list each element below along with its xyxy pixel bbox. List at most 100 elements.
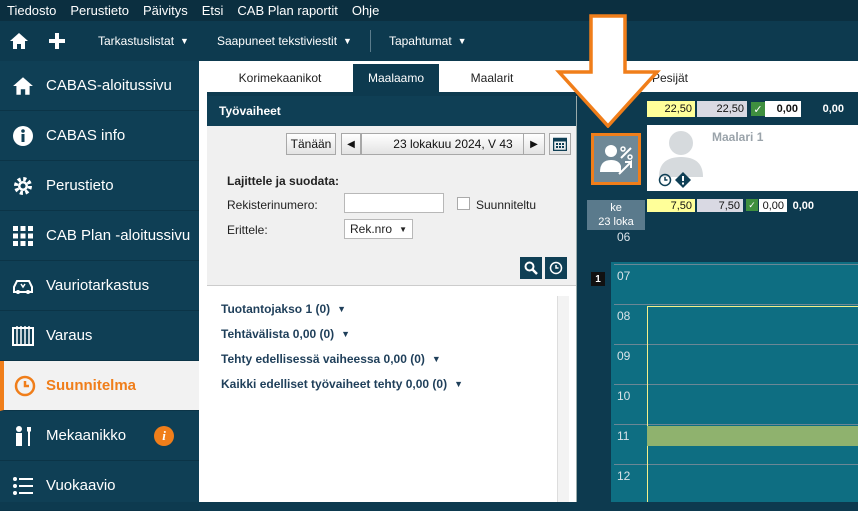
- split-label: Erittele:: [227, 223, 268, 237]
- date-display[interactable]: 23 lokakuu 2024, V 43: [361, 133, 545, 155]
- menu-update[interactable]: Päivitys: [136, 3, 195, 18]
- filter-form: Tänään ◀ 23 lokakuu 2024, V 43 ▶ Lajitte…: [207, 126, 576, 286]
- booking-icon: [12, 325, 34, 346]
- planned-label: Suunniteltu: [476, 198, 537, 212]
- check-icon: ✓: [751, 102, 765, 116]
- day-planned-hours: 7,50: [647, 199, 695, 212]
- group-label: Tehtävälista 0,00 (0): [221, 326, 335, 341]
- hours-column-shade: [611, 262, 647, 502]
- gear-icon: [14, 176, 32, 195]
- arrow-left-icon: ◀: [347, 138, 355, 150]
- tab-paint-shop[interactable]: Maalaamo: [353, 64, 439, 92]
- avatar-icon: [659, 131, 703, 177]
- clock-icon: [549, 261, 563, 275]
- day-label: ke 23 loka: [587, 200, 645, 230]
- add-button[interactable]: [38, 33, 76, 49]
- group-production-period[interactable]: Tuotantojakso 1 (0) ▼: [221, 296, 463, 321]
- checklists-dropdown[interactable]: Tarkastuslistat ▼: [84, 34, 203, 48]
- caret-down-icon: ▼: [457, 36, 467, 46]
- arrow-right-icon: ▶: [530, 138, 538, 150]
- caret-down-icon: ▼: [454, 378, 464, 389]
- caret-down-icon: ▼: [180, 36, 189, 46]
- home-icon: [13, 76, 33, 95]
- sidebar-item-label: Perustieto: [46, 177, 114, 194]
- phase-groups: Tuotantojakso 1 (0) ▼ Tehtävälista 0,00 (…: [221, 296, 463, 396]
- work-phases-panel: Työvaiheet Tänään ◀ 23 lokakuu 2024, V 4…: [207, 96, 577, 502]
- split-select[interactable]: Rek.nro ▼: [344, 219, 413, 239]
- tab-body-mechanics[interactable]: Korimekaanikot: [207, 64, 353, 92]
- sidebar-item-label: Suunnitelma: [46, 377, 137, 394]
- date-label: 23 loka: [598, 216, 634, 228]
- week-badge: 1: [591, 272, 605, 286]
- time-filter-button[interactable]: [545, 257, 567, 279]
- resource-tabs: Korimekaanikot Maalaamo Maalarit Pesijät: [207, 61, 858, 92]
- sidebar-item-label: CABAS-aloitussivu: [46, 77, 172, 94]
- caret-down-icon: ▼: [341, 328, 351, 339]
- group-label: Tuotantojakso 1 (0): [221, 301, 331, 316]
- check-icon: ✓: [746, 199, 758, 211]
- capacity-hours-total: 22,50: [697, 101, 747, 117]
- mechanic-icon: [16, 425, 31, 446]
- menu-file[interactable]: Tiedosto: [0, 3, 63, 18]
- today-button[interactable]: Tänään: [286, 133, 336, 155]
- sidebar-item-mechanic[interactable]: Mekaanikko i: [0, 411, 199, 461]
- annotation-arrow-icon: [555, 14, 661, 128]
- sidebar-item-damage-inspection[interactable]: Vauriotarkastus: [0, 261, 199, 311]
- used-hours-total: 0,00: [765, 101, 801, 117]
- working-hours-frame: [647, 306, 858, 502]
- sidebar-item-booking[interactable]: Varaus: [0, 311, 199, 361]
- group-label: Tehty edellisessä vaiheessa 0,00 (0): [221, 351, 425, 366]
- sidebar-item-label: Vauriotarkastus: [46, 277, 150, 294]
- panel-title: Työvaiheet: [207, 96, 576, 126]
- phase-list-scrollbar[interactable]: [557, 296, 569, 502]
- sidebar-item-cabas-home[interactable]: CABAS-aloitussivu: [0, 61, 199, 111]
- hour-label: 06: [617, 230, 631, 244]
- prev-date-button[interactable]: ◀: [341, 133, 361, 155]
- sidebar-item-flowchart[interactable]: Vuokaavio: [0, 461, 199, 511]
- incoming-sms-dropdown[interactable]: Saapuneet tekstiviestit ▼: [203, 34, 366, 48]
- menu-search[interactable]: Etsi: [195, 3, 231, 18]
- assign-work-button[interactable]: [591, 133, 641, 185]
- sidebar-item-plan[interactable]: Suunnitelma: [0, 361, 199, 411]
- group-label: Kaikki edelliset työvaiheet tehty 0,00 (…: [221, 376, 448, 391]
- booked-slot[interactable]: [647, 426, 858, 446]
- calendar-button[interactable]: [549, 133, 571, 155]
- next-date-button[interactable]: ▶: [523, 133, 545, 155]
- reg-number-input[interactable]: [344, 193, 444, 213]
- menu-basic-data[interactable]: Perustieto: [63, 3, 136, 18]
- group-task-list[interactable]: Tehtävälista 0,00 (0) ▼: [221, 321, 463, 346]
- clock-icon: [658, 173, 672, 187]
- person-transfer-icon: [600, 145, 633, 175]
- list-icon: [13, 476, 33, 495]
- planned-checkbox[interactable]: [457, 197, 470, 210]
- search-button[interactable]: [520, 257, 542, 279]
- info-badge-icon[interactable]: i: [154, 425, 175, 446]
- sort-filter-heading: Lajittele ja suodata:: [227, 174, 340, 188]
- group-all-previous-done[interactable]: Kaikki edelliset työvaiheet tehty 0,00 (…: [221, 371, 463, 396]
- sidebar: CABAS-aloitussivu CABAS info Perustieto …: [0, 61, 199, 511]
- toolbar-divider: [369, 30, 371, 52]
- sidebar-item-cabas-info[interactable]: CABAS info: [0, 111, 199, 161]
- split-select-value: Rek.nro: [350, 222, 393, 236]
- sidebar-item-basic-data[interactable]: Perustieto: [0, 161, 199, 211]
- menu-help[interactable]: Ohje: [345, 3, 386, 18]
- events-dropdown[interactable]: Tapahtumat ▼: [375, 34, 481, 48]
- caret-down-icon: ▼: [343, 36, 352, 46]
- hour-label: 08: [617, 309, 631, 323]
- sidebar-item-label: Mekaanikko: [46, 427, 127, 444]
- hour-label: 09: [617, 349, 631, 363]
- sidebar-item-cabplan-home[interactable]: CAB Plan -aloitussivu: [0, 211, 199, 261]
- grand-total: 0,00: [822, 103, 844, 115]
- home-button[interactable]: [0, 32, 38, 50]
- menu-reports[interactable]: CAB Plan raportit: [230, 3, 344, 18]
- group-done-previous[interactable]: Tehty edellisessä vaiheessa 0,00 (0) ▼: [221, 346, 463, 371]
- worker-card[interactable]: Maalari 1: [647, 125, 858, 191]
- day-total-hours: 0,00: [792, 199, 814, 212]
- hour-label: 12: [617, 469, 631, 483]
- calendar-icon: [553, 137, 567, 151]
- reg-number-label: Rekisterinumero:: [227, 198, 318, 212]
- search-icon: [524, 261, 538, 275]
- tab-painters[interactable]: Maalarit: [439, 64, 545, 92]
- car-damage-icon: [13, 279, 33, 294]
- events-label: Tapahtumat: [388, 34, 452, 48]
